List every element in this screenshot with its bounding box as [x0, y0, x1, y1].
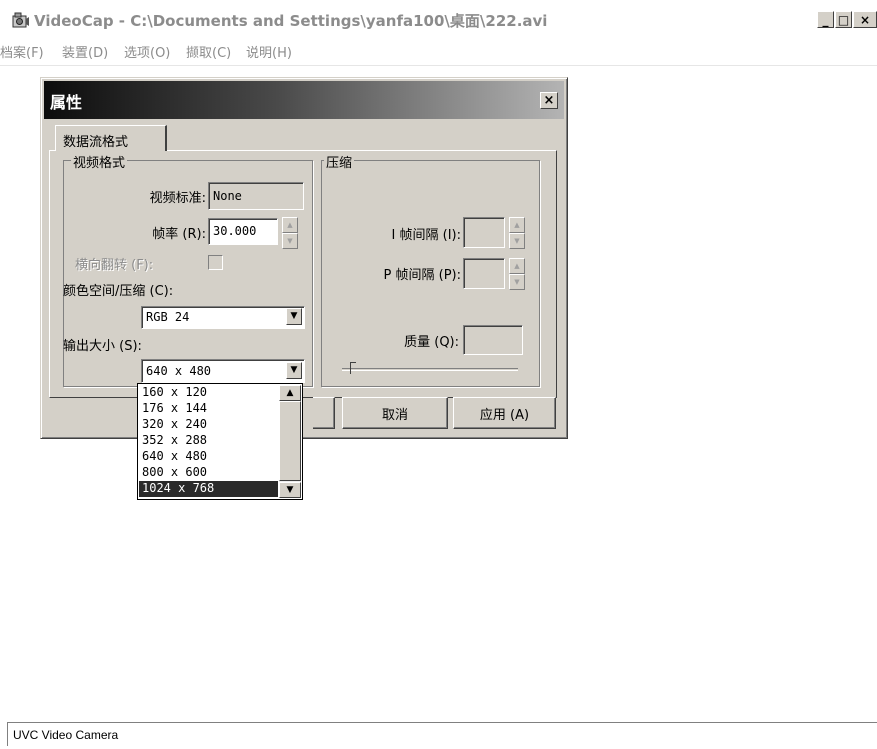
list-item[interactable]: 352 x 288 [139, 433, 278, 449]
scrollbar-thumb[interactable] [279, 401, 301, 481]
quality-slider-thumb[interactable] [350, 362, 356, 374]
spin-up-icon[interactable]: ▲ [509, 217, 525, 233]
menu-bar: 档案(F) 装置(D) 选项(O) 撷取(C) 说明(H) [0, 40, 877, 64]
list-item[interactable]: 320 x 240 [139, 417, 278, 433]
p-frame-input[interactable] [463, 258, 505, 289]
menu-options[interactable]: 选项(O) [124, 42, 170, 61]
status-bar: UVC Video Camera [7, 722, 877, 749]
video-standard-value: None [213, 189, 242, 203]
status-text: UVC Video Camera [13, 728, 119, 742]
chevron-down-icon[interactable]: ▼ [286, 362, 302, 379]
quality-label: 质量 (Q): [404, 335, 459, 350]
video-standard-label: 视频标准: [149, 191, 206, 206]
minimize-button[interactable]: _ [817, 11, 834, 28]
flip-checkbox[interactable] [208, 255, 223, 270]
spin-up-icon[interactable]: ▲ [282, 217, 298, 233]
list-item[interactable]: 160 x 120 [139, 385, 278, 401]
compression-group-title: 压缩 [324, 152, 355, 171]
video-standard-field: None [208, 182, 304, 210]
list-scrollbar[interactable]: ▲ ▼ [279, 385, 301, 498]
menu-file[interactable]: 档案(F) [0, 42, 44, 61]
quality-input[interactable] [463, 325, 523, 355]
camera-icon [12, 12, 29, 28]
flip-label: 横向翻转 (F): [75, 258, 154, 273]
client-left-edge [0, 66, 6, 749]
spin-down-icon[interactable]: ▼ [509, 233, 525, 249]
list-item[interactable]: 640 x 480 [139, 449, 278, 465]
colorspace-value: RGB 24 [146, 310, 190, 324]
i-frame-spinner[interactable]: ▲ ▼ [509, 217, 525, 249]
colorspace-dropdown[interactable]: RGB 24 ▼ [141, 306, 305, 329]
scroll-down-icon[interactable]: ▼ [279, 482, 301, 498]
i-frame-input[interactable] [463, 217, 505, 248]
menu-help[interactable]: 说明(H) [246, 42, 292, 61]
maximize-button[interactable]: □ [835, 11, 852, 28]
output-size-dropdown[interactable]: 640 x 480 ▼ [141, 359, 305, 383]
output-size-list[interactable]: 160 x 120 176 x 144 320 x 240 352 x 288 … [137, 383, 303, 500]
cancel-button[interactable]: 取消 [342, 397, 448, 429]
p-frame-label: P 帧间隔 (P): [383, 268, 461, 283]
framerate-input[interactable]: 30.000 [208, 218, 278, 245]
chevron-down-icon[interactable]: ▼ [286, 308, 302, 325]
colorspace-label: 颜色空间/压缩 (C): [63, 284, 174, 299]
framerate-value: 30.000 [213, 224, 257, 238]
quality-slider-track[interactable] [342, 368, 518, 371]
p-frame-spinner[interactable]: ▲ ▼ [509, 258, 525, 290]
properties-dialog: 属性 × 数据流格式 视频格式 视频标准: None 帧率 (R): 30.00… [40, 77, 568, 439]
output-size-value: 640 x 480 [146, 364, 212, 378]
list-item[interactable]: 176 x 144 [139, 401, 278, 417]
spin-down-icon[interactable]: ▼ [509, 274, 525, 290]
menu-divider [0, 65, 877, 66]
dialog-titlebar: 属性 × [44, 81, 564, 119]
list-item[interactable]: 800 x 600 [139, 465, 278, 481]
window-title: VideoCap - C:\Documents and Settings\yan… [34, 12, 548, 30]
list-item-selected[interactable]: 1024 x 768 [139, 481, 278, 497]
dialog-close-button[interactable]: × [540, 92, 558, 109]
close-button[interactable]: × [853, 11, 877, 28]
dialog-title: 属性 [50, 93, 83, 112]
menu-device[interactable]: 装置(D) [62, 42, 108, 61]
output-size-label: 输出大小 (S): [63, 339, 142, 354]
spin-down-icon[interactable]: ▼ [282, 233, 298, 249]
menu-capture[interactable]: 撷取(C) [186, 42, 231, 61]
ok-button[interactable] [313, 397, 335, 429]
spin-up-icon[interactable]: ▲ [509, 258, 525, 274]
video-format-group-title: 视频格式 [71, 152, 128, 171]
status-field: UVC Video Camera [7, 722, 877, 746]
scroll-up-icon[interactable]: ▲ [279, 385, 301, 401]
apply-button[interactable]: 应用 (A) [453, 397, 556, 429]
tab-stream-format[interactable]: 数据流格式 [55, 125, 167, 151]
window-titlebar: VideoCap - C:\Documents and Settings\yan… [0, 0, 877, 44]
framerate-spinner[interactable]: ▲ ▼ [282, 217, 298, 249]
tab-label: 数据流格式 [63, 135, 129, 150]
i-frame-label: I 帧间隔 (I): [391, 228, 461, 243]
framerate-label: 帧率 (R): [152, 227, 206, 242]
